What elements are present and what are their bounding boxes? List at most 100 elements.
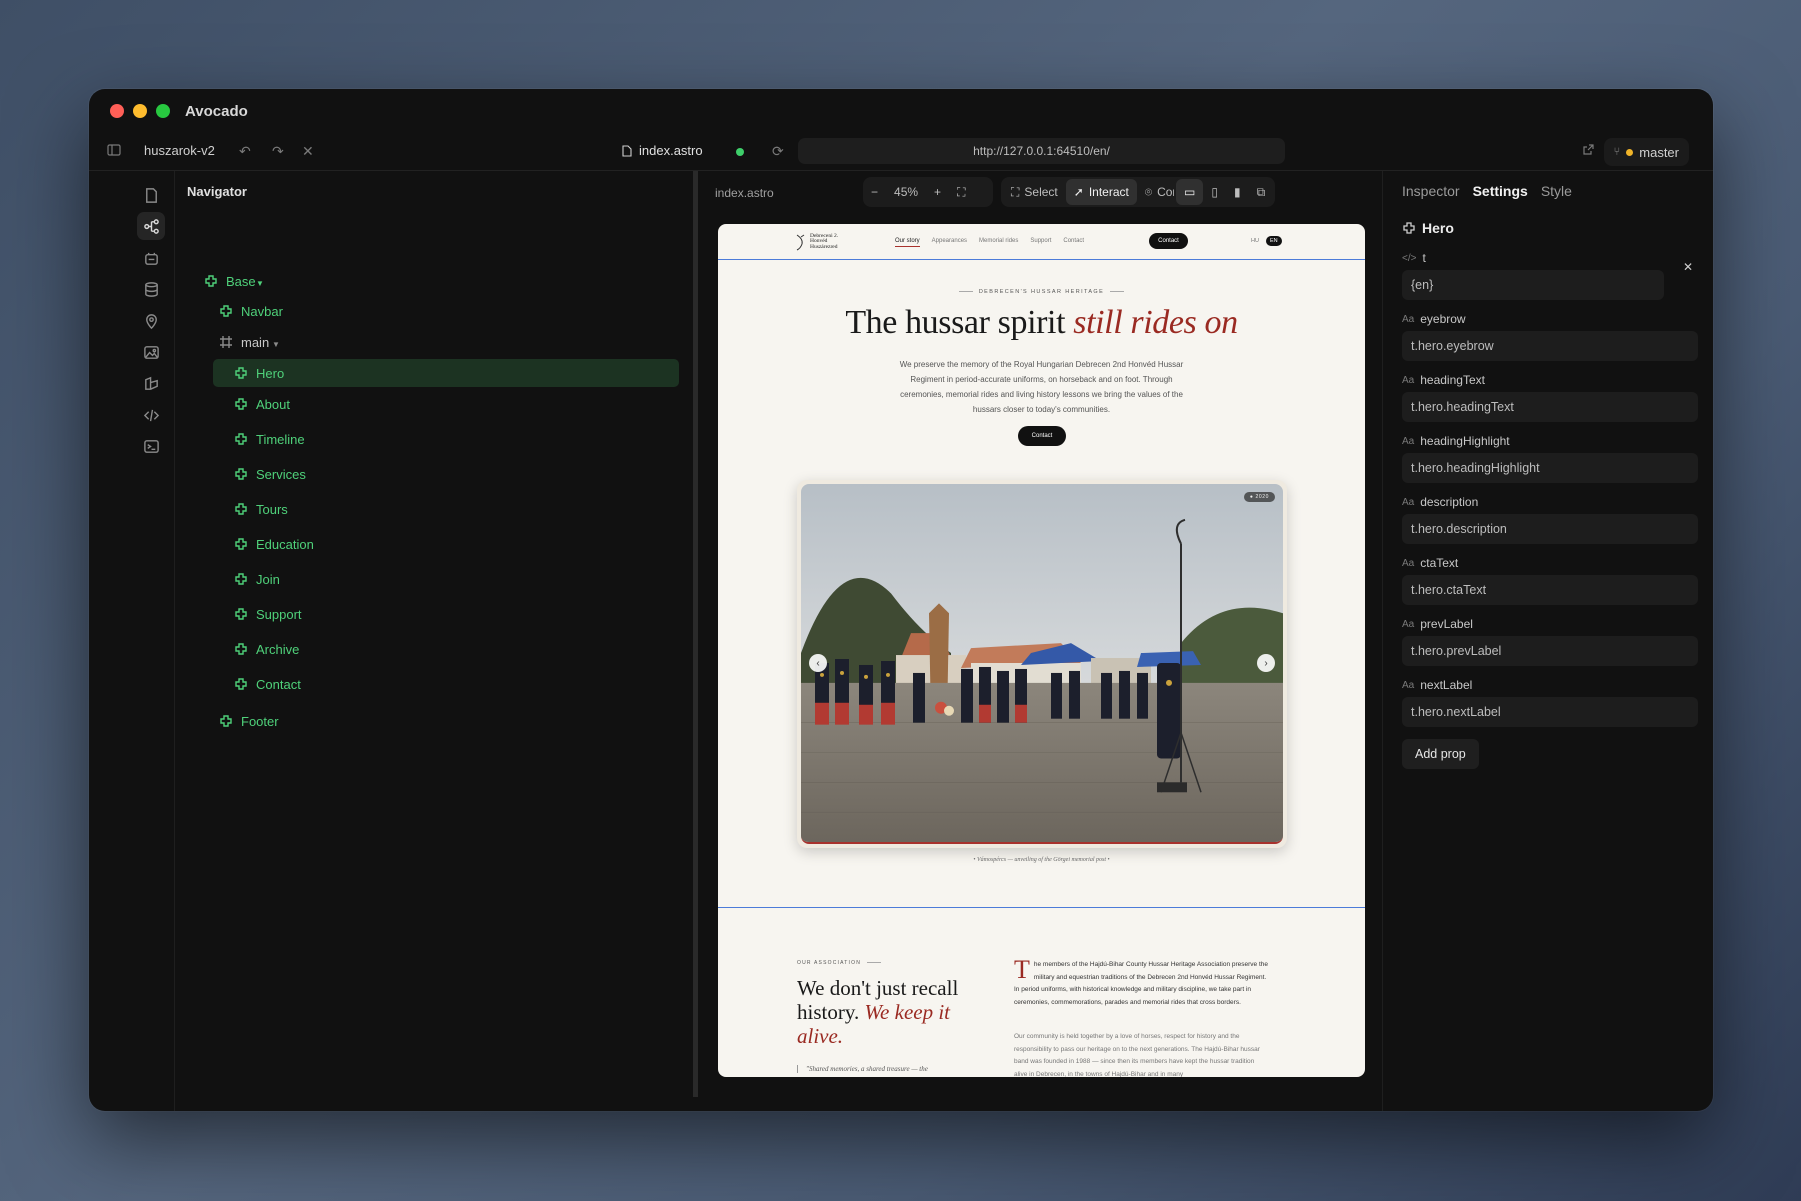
remove-prop-icon[interactable]: ✕ <box>1683 260 1693 274</box>
location-icon[interactable] <box>137 307 165 335</box>
zoom-level[interactable]: 45% <box>886 179 926 205</box>
next-slide-button[interactable]: › <box>1257 654 1275 672</box>
desktop-view-icon[interactable]: ▭ <box>1176 179 1204 205</box>
zoom-in-button[interactable]: + <box>926 179 949 205</box>
tree-item-join[interactable]: Join <box>234 565 634 593</box>
lang-hu[interactable]: HU <box>1247 236 1263 246</box>
text-prop-icon: Aa <box>1402 435 1415 447</box>
text-prop-icon: Aa <box>1402 313 1415 325</box>
select-mode-button[interactable]: ⛶ Select <box>1003 179 1066 205</box>
tree-item-label: About <box>256 396 290 412</box>
prev-slide-button[interactable]: ‹ <box>809 654 827 672</box>
prop-input-eyebrow[interactable]: t.hero.eyebrow <box>1402 331 1698 361</box>
canvas-toolbar: index.astro − 45% + ⛶ ⛶ Select ➚ Interact … <box>699 171 1381 215</box>
tree-item-base[interactable]: Base <box>204 267 604 295</box>
tree-item-contact[interactable]: Contact <box>234 670 634 698</box>
text-prop-icon: Aa <box>1402 374 1415 386</box>
nav-link-appearances[interactable]: Appearances <box>932 238 967 247</box>
select-label: Select <box>1024 185 1058 199</box>
tree-item-education[interactable]: Education <box>234 530 634 558</box>
tab-inspector[interactable]: Inspector <box>1402 183 1460 199</box>
prop-input-prevLabel[interactable]: t.hero.prevLabel <box>1402 636 1698 666</box>
prop-input-nextLabel[interactable]: t.hero.nextLabel <box>1402 697 1698 727</box>
fit-screen-icon[interactable]: ⛶ <box>949 179 973 205</box>
branch-selector[interactable]: ⑂ master <box>1603 138 1689 166</box>
prop-input-t[interactable]: {en} <box>1402 270 1664 300</box>
tab-settings[interactable]: Settings <box>1473 183 1528 199</box>
url-bar[interactable]: http://127.0.0.1:64510/en/ <box>798 138 1285 164</box>
open-external-icon[interactable] <box>1582 143 1595 159</box>
navigator-icon[interactable] <box>137 212 165 240</box>
tool-rail <box>89 171 175 1111</box>
lang-en[interactable]: EN <box>1265 236 1282 246</box>
logo-text: Debreceni 2. Honvéd Huszárezred <box>810 232 839 250</box>
undo-icon[interactable]: ↶ <box>239 143 251 160</box>
component-icon <box>235 678 247 690</box>
tree-item-services[interactable]: Services <box>234 460 634 488</box>
nav-link-memorial-rides[interactable]: Memorial rides <box>979 238 1018 247</box>
ceremony-photo-image <box>801 484 1283 842</box>
close-project-icon[interactable]: ✕ <box>302 143 314 160</box>
panel-splitter[interactable] <box>693 171 698 1097</box>
tree-item-support[interactable]: Support <box>234 600 634 628</box>
tablet-view-icon[interactable]: ▯ <box>1203 179 1226 205</box>
tree-item-label: Base <box>226 273 256 289</box>
hero-contact-button[interactable]: Contact <box>1018 426 1066 446</box>
tree-item-footer[interactable]: Footer <box>219 707 619 735</box>
navigator-title: Navigator <box>187 184 247 199</box>
code-prop-icon: </> <box>1402 252 1417 264</box>
interact-mode-button[interactable]: ➚ Interact <box>1065 179 1137 205</box>
component-icon <box>235 433 247 445</box>
prop-input-headingHighlight[interactable]: t.hero.headingHighlight <box>1402 453 1698 483</box>
prop-input-ctaText[interactable]: t.hero.ctaText <box>1402 575 1698 605</box>
project-name[interactable]: huszarok-v2 <box>144 143 215 158</box>
mobile-view-icon[interactable]: ▮ <box>1226 179 1249 205</box>
tree-item-label: Services <box>256 466 306 482</box>
prop-input-headingText[interactable]: t.hero.headingText <box>1402 392 1698 422</box>
file-name: index.astro <box>639 143 703 158</box>
tree-item-about[interactable]: About <box>234 390 634 418</box>
tree-item-hero[interactable]: Hero <box>213 359 679 387</box>
add-prop-button[interactable]: Add prop <box>1402 739 1479 769</box>
about-paragraph-1: he members of the Hajdú-Bihar County Hus… <box>1014 961 1269 1006</box>
prop-label-headingText: Aa headingText <box>1402 373 1485 387</box>
redo-icon[interactable]: ↷ <box>272 143 284 160</box>
sidebar-toggle-icon[interactable] <box>107 143 121 160</box>
responsive-view-icon[interactable]: ⧉ <box>1249 179 1274 205</box>
tree-item-timeline[interactable]: Timeline <box>234 425 634 453</box>
nav-contact-button[interactable]: Contact <box>1149 233 1188 249</box>
pages-icon[interactable] <box>137 181 165 209</box>
components-icon[interactable] <box>137 244 165 272</box>
site-navbar: Debreceni 2. Honvéd Huszárezred Our stor… <box>718 224 1365 260</box>
assets-icon[interactable] <box>137 369 165 397</box>
tree-item-navbar[interactable]: Navbar <box>219 297 619 325</box>
component-icon <box>235 398 247 410</box>
tree-item-archive[interactable]: Archive <box>234 635 634 663</box>
tab-style[interactable]: Style <box>1541 183 1572 199</box>
reload-icon[interactable]: ⟳ <box>772 143 784 160</box>
file-tab[interactable]: index.astro <box>622 143 703 158</box>
prop-name: nextLabel <box>1420 678 1473 692</box>
minimize-window-button[interactable] <box>133 104 147 118</box>
site-preview[interactable]: Debreceni 2. Honvéd Huszárezred Our stor… <box>718 224 1365 1077</box>
maximize-window-button[interactable] <box>156 104 170 118</box>
media-icon[interactable] <box>137 338 165 366</box>
prop-label-description: Aa description <box>1402 495 1478 509</box>
prop-input-description[interactable]: t.hero.description <box>1402 514 1698 544</box>
close-window-button[interactable] <box>110 104 124 118</box>
file-icon <box>622 144 632 157</box>
prop-name: headingText <box>1420 373 1485 387</box>
database-icon[interactable] <box>137 275 165 303</box>
tree-item-tours[interactable]: Tours <box>234 495 634 523</box>
tree-item-main[interactable]: main <box>219 328 619 356</box>
nav-link-support[interactable]: Support <box>1030 238 1051 247</box>
tree-item-label: Timeline <box>256 431 305 447</box>
terminal-icon[interactable] <box>137 432 165 460</box>
zoom-out-button[interactable]: − <box>863 179 886 205</box>
nav-link-contact[interactable]: Contact <box>1063 238 1084 247</box>
site-logo[interactable]: Debreceni 2. Honvéd Huszárezred <box>795 233 854 251</box>
code-icon[interactable] <box>137 401 165 429</box>
tree-item-label: Navbar <box>241 303 283 319</box>
title-bar: Avocado <box>89 89 1713 133</box>
nav-link-our-story[interactable]: Our story <box>895 238 920 247</box>
